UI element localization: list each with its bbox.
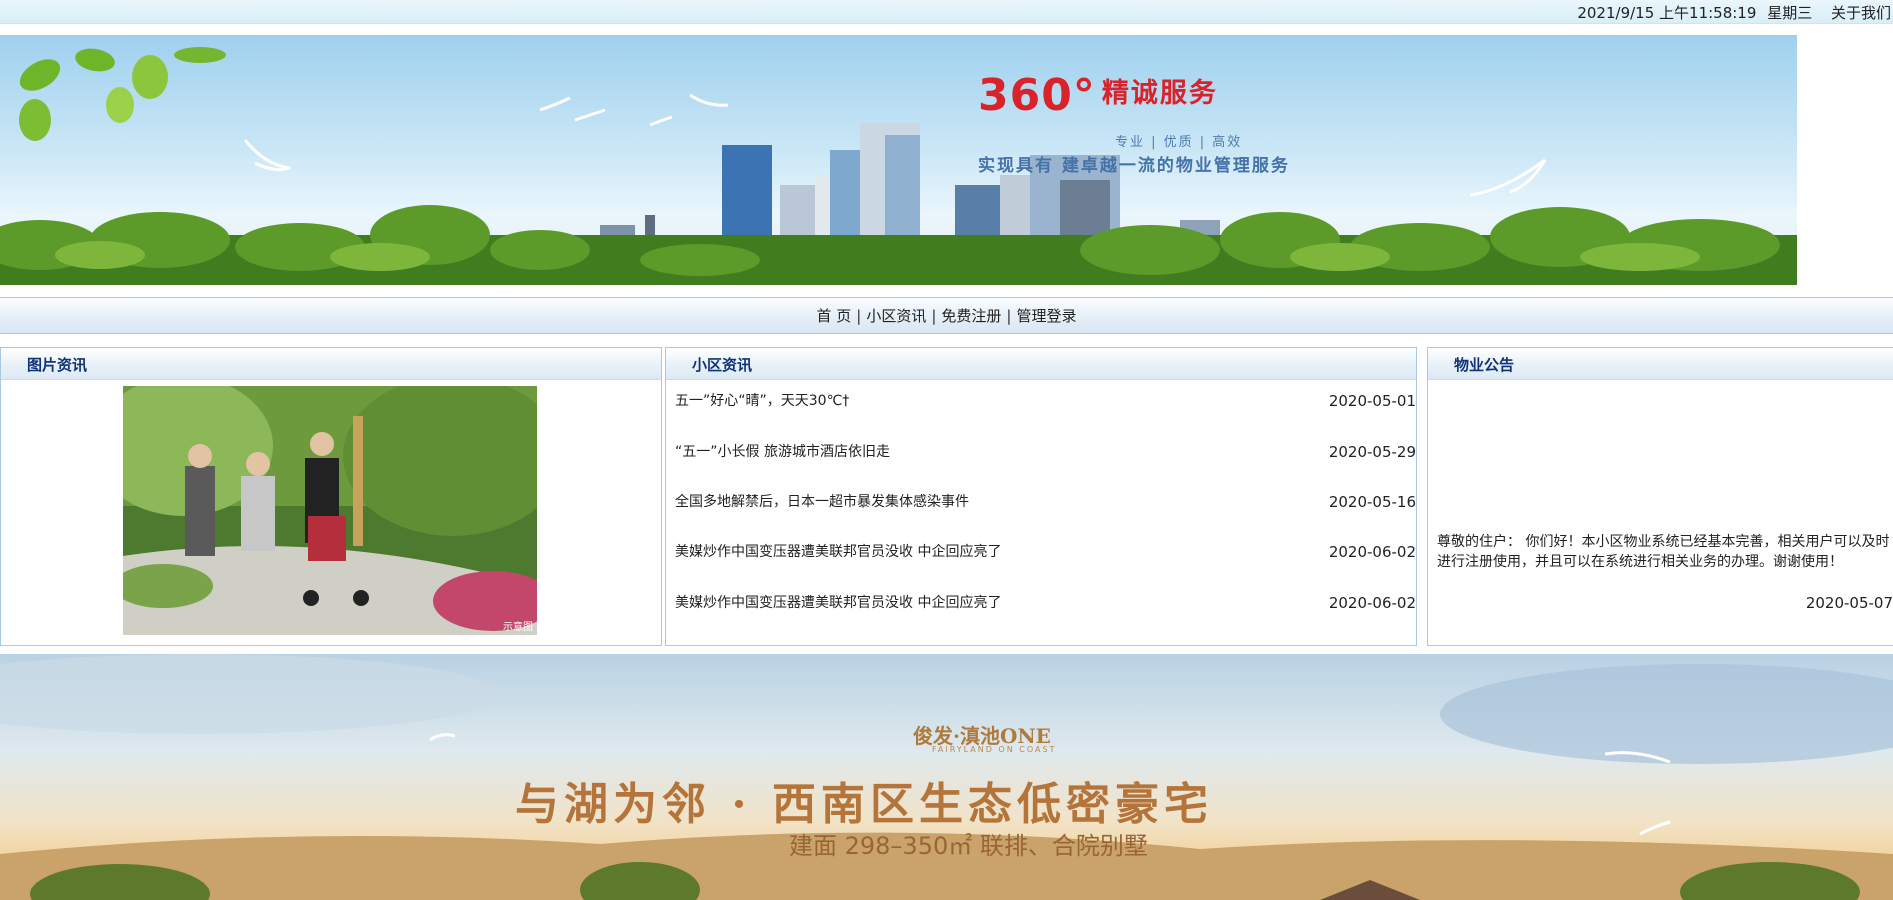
- news-item-title[interactable]: 五一”好心“晴”，天天30℃†: [675, 393, 849, 409]
- banner-line: 实现具有 建卓越一流的物业管理服务: [978, 156, 1290, 176]
- nav-separator: |: [931, 307, 937, 325]
- news-item-date: 2020-06-02: [1328, 594, 1416, 612]
- bottom-subtitle: 建面 298–350㎡ 联排、合院别墅: [789, 832, 1148, 860]
- datetime: 2021/9/15 上午11:58:19: [1577, 4, 1757, 22]
- photo-news-title: 图片资讯: [1, 348, 661, 380]
- about-us-link[interactable]: 关于我们: [1831, 4, 1891, 22]
- nav-separator: |: [1006, 307, 1012, 325]
- news-item-title[interactable]: 全国多地解禁后，日本一超市暴发集体感染事件: [675, 494, 969, 510]
- community-news-title: 小区资讯: [666, 348, 1416, 380]
- news-item-date: 2020-05-01: [1328, 392, 1416, 410]
- top-bar: 2021/9/15 上午11:58:19 星期三 关于我们: [0, 0, 1893, 24]
- photo-illustration: [123, 386, 537, 635]
- news-item-date: 2020-05-29: [1328, 443, 1416, 461]
- weekday: 星期三: [1767, 4, 1813, 22]
- bottom-banner: 俊发·滇池ONE FAIRYLAND ON COAST 与湖为邻 · 西南区生态…: [0, 654, 1893, 900]
- nav-admin-login[interactable]: 管理登录: [1016, 307, 1076, 325]
- news-item-title[interactable]: 美媒炒作中国变压器遭美联邦官员没收 中企回应亮了: [675, 544, 1001, 560]
- banner-slogan: 360° 精诚服务: [978, 69, 1218, 121]
- news-item[interactable]: 美媒炒作中国变压器遭美联邦官员没收 中企回应亮了 2020-06-02: [675, 541, 1416, 563]
- top-bar-right: 2021/9/15 上午11:58:19 星期三 关于我们: [1571, 0, 1891, 27]
- news-item-title[interactable]: 美媒炒作中国变压器遭美联邦官员没收 中企回应亮了: [675, 595, 1001, 611]
- property-notice-panel: 物业公告 尊敬的住户： 你们好！本小区物业系统已经基本完善，相关用户可以及时进行…: [1427, 347, 1893, 646]
- bottom-title: 与湖为邻 · 西南区生态低密豪宅: [515, 779, 1213, 830]
- bottom-brand-sub: FAIRYLAND ON COAST: [932, 745, 1057, 754]
- photo-news-image[interactable]: 示意图: [123, 386, 537, 635]
- news-item[interactable]: 五一”好心“晴”，天天30℃† 2020-05-01: [675, 390, 1416, 412]
- news-item-date: 2020-05-16: [1328, 493, 1416, 511]
- banner-illustration: [0, 47, 1797, 285]
- nav-register[interactable]: 免费注册: [941, 307, 1001, 325]
- nav-community-news[interactable]: 小区资讯: [866, 307, 926, 325]
- nav-home[interactable]: 首 页: [816, 307, 851, 325]
- news-item[interactable]: “五一”小长假 旅游城市酒店依旧走 2020-05-29: [675, 441, 1416, 463]
- nav-separator: |: [856, 307, 862, 325]
- header-banner: 360° 精诚服务 专业 | 优质 | 高效 实现具有 建卓越一流的物业管理服务: [0, 35, 1797, 285]
- photo-tag: 示意图: [503, 622, 533, 633]
- notice-date: 2020-05-07: [1805, 594, 1893, 612]
- main-nav: 首 页 | 小区资讯 | 免费注册 | 管理登录: [0, 297, 1893, 334]
- banner-slogan-text: 精诚服务: [1101, 78, 1218, 109]
- banner-slogan-number: 360°: [978, 70, 1096, 121]
- news-item[interactable]: 美媒炒作中国变压器遭美联邦官员没收 中企回应亮了 2020-06-02: [675, 592, 1416, 614]
- news-item-title[interactable]: “五一”小长假 旅游城市酒店依旧走: [675, 444, 890, 460]
- property-notice-title: 物业公告: [1428, 348, 1893, 380]
- news-item-date: 2020-06-02: [1328, 543, 1416, 561]
- news-item[interactable]: 全国多地解禁后，日本一超市暴发集体感染事件 2020-05-16: [675, 491, 1416, 513]
- photo-news-panel: 图片资讯 示意图: [0, 347, 662, 646]
- banner-tags: 专业 | 优质 | 高效: [1115, 135, 1243, 150]
- community-news-panel: 小区资讯 五一”好心“晴”，天天30℃† 2020-05-01 “五一”小长假 …: [665, 347, 1417, 646]
- notice-text: 尊敬的住户： 你们好！本小区物业系统已经基本完善，相关用户可以及时进行注册使用，…: [1437, 534, 1890, 570]
